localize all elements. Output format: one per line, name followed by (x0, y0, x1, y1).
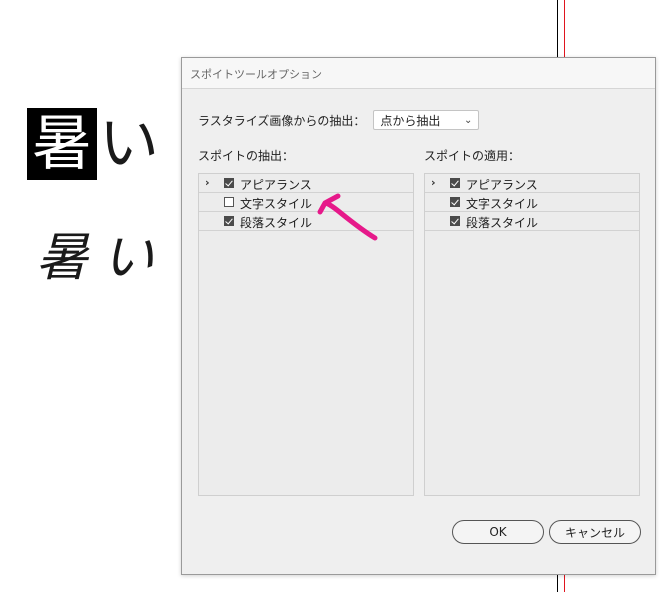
annotation-arrow-icon (317, 193, 378, 241)
